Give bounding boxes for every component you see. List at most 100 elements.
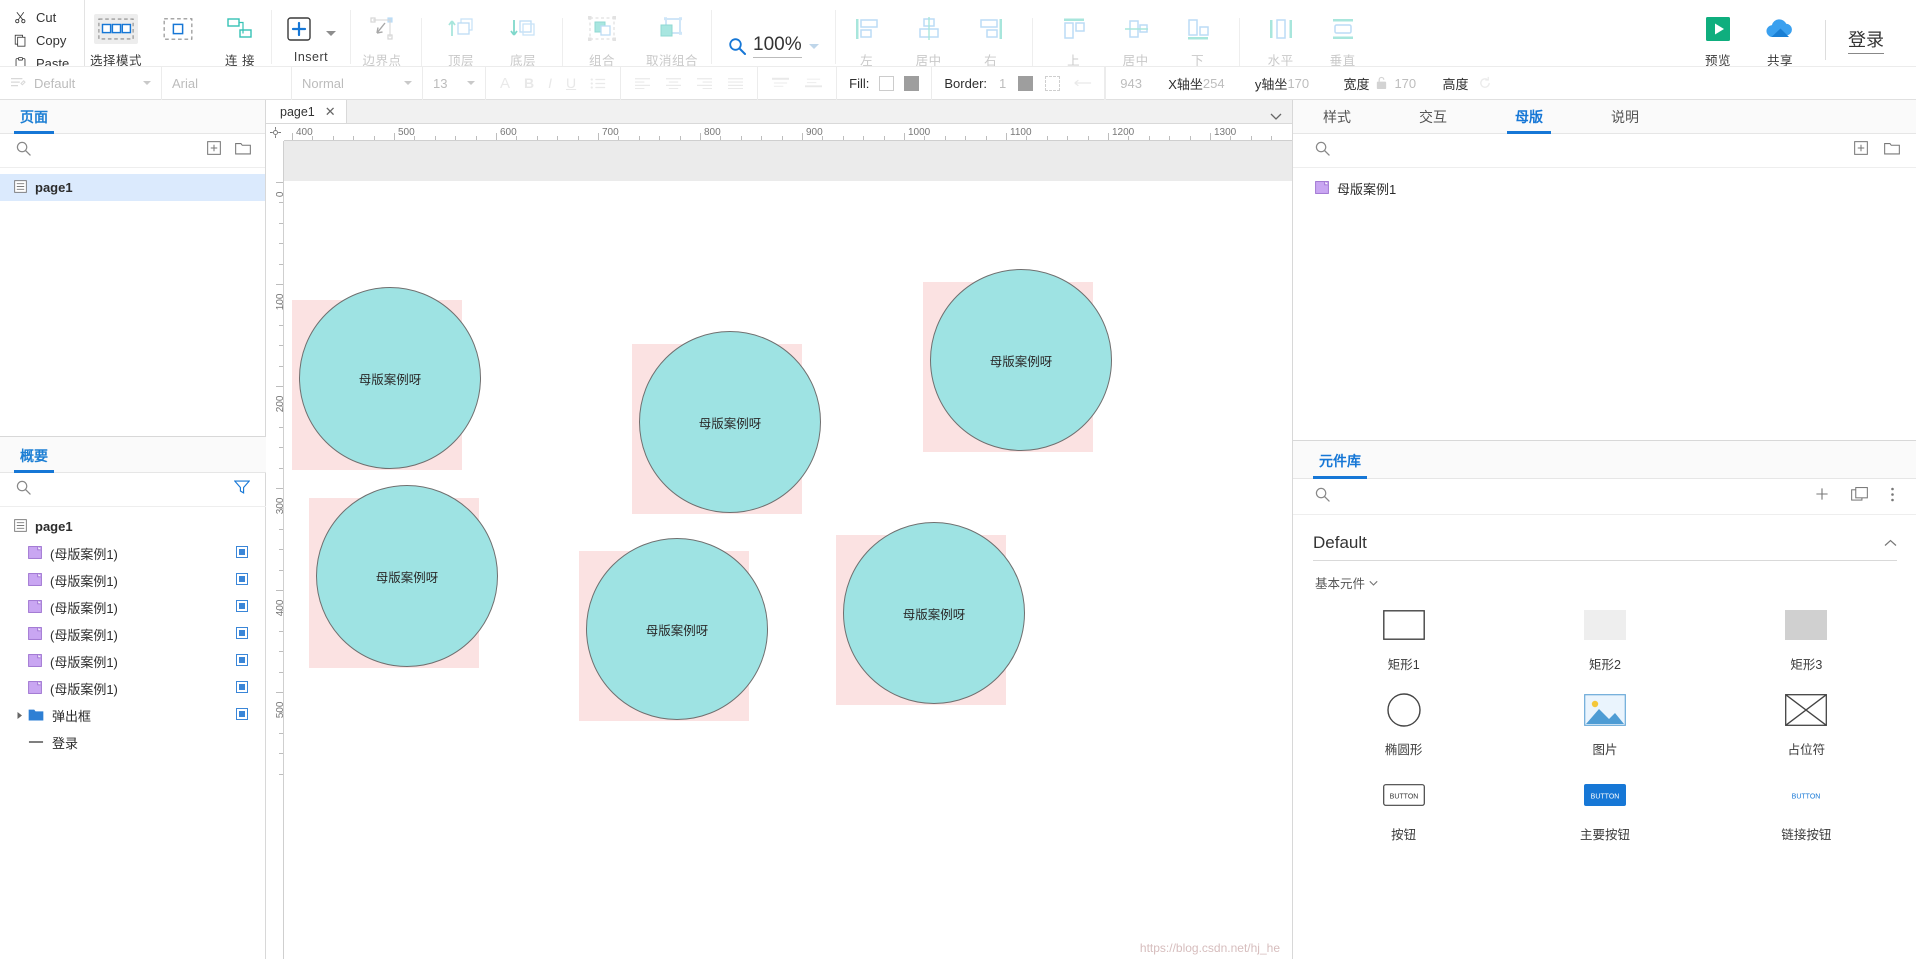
library-item[interactable]: 占位符 <box>1706 683 1907 758</box>
align-right-button[interactable]: 右 <box>960 8 1022 69</box>
font-weight-caret[interactable] <box>404 81 412 85</box>
rotate-icon[interactable] <box>1478 76 1492 90</box>
outline-item[interactable]: (母版案例1) <box>0 540 266 567</box>
list-icon[interactable] <box>590 77 606 90</box>
library-item[interactable]: 矩形1 <box>1303 598 1504 673</box>
shape-ellipse[interactable]: 母版案例呀 <box>299 287 481 469</box>
zoom-dropdown-caret[interactable] <box>808 43 819 49</box>
valign-middle-icon[interactable] <box>805 77 823 89</box>
border-width-value[interactable]: 1 <box>999 76 1006 91</box>
pages-search-icon[interactable] <box>16 141 31 161</box>
cut-button[interactable]: Cut <box>14 6 84 28</box>
tab-style[interactable]: 样式 <box>1319 107 1355 133</box>
library-select-caret[interactable] <box>1884 533 1897 553</box>
underline-icon[interactable]: U <box>566 75 576 91</box>
outline-item[interactable]: (母版案例1) <box>0 621 266 648</box>
library-item[interactable]: 椭圆形 <box>1303 683 1504 758</box>
outline-item[interactable]: (母版案例1) <box>0 675 266 702</box>
canvas-shape[interactable]: 母版案例呀 <box>579 538 768 721</box>
shape-ellipse[interactable]: 母版案例呀 <box>930 269 1112 451</box>
align-text-justify-icon[interactable] <box>728 77 744 89</box>
document-tab-page1[interactable]: page1 ✕ <box>266 100 347 123</box>
width-value[interactable]: 170 <box>1394 76 1436 91</box>
font-color-icon[interactable]: A <box>500 75 510 92</box>
insert-button[interactable]: Insert <box>272 8 350 64</box>
master-item[interactable]: 母版案例1 <box>1293 175 1916 202</box>
align-middle-button[interactable]: 居中 <box>1105 8 1167 69</box>
style-caret[interactable] <box>143 81 151 85</box>
add-folder-icon[interactable] <box>235 141 251 160</box>
arrow-style-icon[interactable] <box>1072 77 1092 89</box>
outline-item[interactable]: (母版案例1) <box>0 567 266 594</box>
canvas-surface[interactable]: 母版案例呀 母版案例呀 母版案例呀 母版案例呀 母版案例呀 母版案例呀 <box>284 141 1292 959</box>
outline-item[interactable]: 弹出框 <box>0 702 266 729</box>
align-left-button[interactable]: 左 <box>836 8 898 69</box>
library-select[interactable]: Default <box>1313 525 1897 561</box>
library-item[interactable]: BUTTON 按钮 <box>1303 768 1504 843</box>
library-item[interactable]: 矩形2 <box>1504 598 1705 673</box>
align-center-button[interactable]: 居中 <box>898 8 960 69</box>
library-group-header[interactable]: 基本元件 <box>1293 561 1916 598</box>
x-value[interactable]: 254 <box>1203 76 1249 91</box>
shape-ellipse[interactable]: 母版案例呀 <box>843 522 1025 704</box>
canvas-shape[interactable]: 母版案例呀 <box>836 522 1025 705</box>
horizontal-ruler[interactable]: 400 500 600 700 800 900 1000 1100 1200 1300 <box>266 124 1292 141</box>
close-icon[interactable]: ✕ <box>325 104 336 120</box>
italic-icon[interactable]: I <box>548 75 552 91</box>
font-family-select[interactable]: Arial <box>162 66 292 100</box>
add-page-icon[interactable] <box>207 141 221 160</box>
group-button[interactable]: 组合 <box>571 8 633 69</box>
copy-button[interactable]: Copy <box>14 29 84 51</box>
outline-search-icon[interactable] <box>16 480 31 500</box>
bring-front-button[interactable]: 顶层 <box>430 8 492 69</box>
shape-ellipse[interactable]: 母版案例呀 <box>586 538 768 720</box>
tab-pages[interactable]: 页面 <box>14 107 54 134</box>
style-select[interactable]: Default <box>0 66 162 100</box>
page-item-page1[interactable]: page1 <box>0 174 265 201</box>
preview-button[interactable]: 预览 <box>1687 8 1749 69</box>
tab-library[interactable]: 元件库 <box>1313 451 1367 479</box>
outline-filter-icon[interactable] <box>233 480 251 499</box>
select-mode-button[interactable]: 选择模式 <box>85 8 147 69</box>
font-weight-select[interactable]: Normal <box>292 66 423 100</box>
shape-ellipse[interactable]: 母版案例呀 <box>316 485 498 667</box>
ungroup-button[interactable]: 取消组合 <box>633 8 711 69</box>
ruler-origin[interactable] <box>266 124 284 141</box>
y-value[interactable]: 170 <box>1287 76 1337 91</box>
add-master-folder-icon[interactable] <box>1884 141 1900 160</box>
library-more-icon[interactable] <box>1890 487 1895 507</box>
fill-color-swatch[interactable] <box>879 75 895 91</box>
bold-icon[interactable]: B <box>524 75 534 91</box>
select-single-button[interactable] <box>147 8 209 50</box>
library-item[interactable]: BUTTON 链接按钮 <box>1706 768 1907 843</box>
tab-interaction[interactable]: 交互 <box>1415 107 1451 133</box>
align-text-center-icon[interactable] <box>666 77 682 89</box>
send-back-button[interactable]: 底层 <box>492 8 554 69</box>
share-button[interactable]: 共享 <box>1749 8 1811 69</box>
boundary-point-button[interactable]: 边界点 <box>351 8 413 69</box>
outline-item[interactable]: 登录 <box>0 729 266 756</box>
font-size-caret[interactable] <box>467 81 475 85</box>
duplicate-library-icon[interactable] <box>1851 487 1868 506</box>
lock-ratio-icon[interactable] <box>1375 76 1388 90</box>
add-library-icon[interactable] <box>1815 487 1829 506</box>
distribute-horizontal-button[interactable]: 水平 <box>1250 8 1312 69</box>
library-item[interactable]: 图片 <box>1504 683 1705 758</box>
distribute-vertical-button[interactable]: 垂直 <box>1312 8 1374 69</box>
vertical-ruler[interactable]: 0 100 200 300 400 500 <box>266 141 284 959</box>
canvas-shape[interactable]: 母版案例呀 <box>923 269 1112 452</box>
login-button[interactable]: 登录 <box>1848 26 1884 54</box>
tab-notes[interactable]: 说明 <box>1607 107 1643 133</box>
outline-root-item[interactable]: page1 <box>0 513 266 540</box>
tab-master[interactable]: 母版 <box>1507 107 1551 134</box>
align-bottom-button[interactable]: 下 <box>1167 8 1229 69</box>
add-master-icon[interactable] <box>1854 141 1868 160</box>
insert-dropdown-caret[interactable] <box>326 30 336 36</box>
font-size-select[interactable]: 13 <box>423 66 486 100</box>
border-style-swatch[interactable] <box>1045 75 1061 91</box>
masters-search-icon[interactable] <box>1315 141 1330 161</box>
outline-item[interactable]: (母版案例1) <box>0 648 266 675</box>
valign-top-icon[interactable] <box>772 77 790 89</box>
canvas-shape[interactable]: 母版案例呀 <box>632 331 821 514</box>
align-text-right-icon[interactable] <box>697 77 713 89</box>
